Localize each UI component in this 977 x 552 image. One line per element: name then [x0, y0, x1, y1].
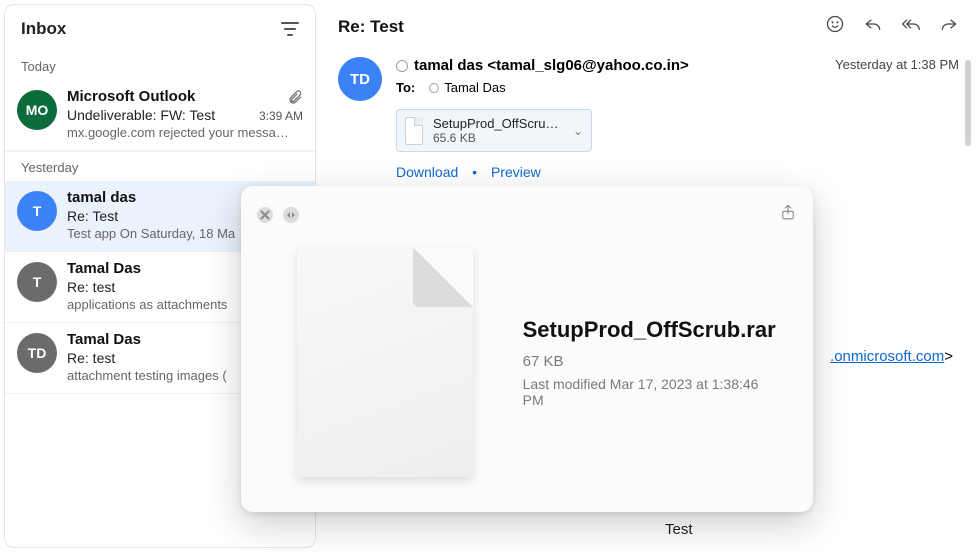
quicklook-panel: SetupProd_OffScrub.rar 67 KB Last modifi…	[241, 186, 813, 512]
avatar: MO	[17, 90, 57, 130]
chevron-down-icon[interactable]: ⌄	[573, 124, 583, 138]
email-subject: Re: Test	[338, 17, 825, 37]
from-address: <tamal_slg06@yahoo.co.in>	[487, 57, 688, 74]
avatar: T	[17, 262, 57, 302]
forward-icon[interactable]	[939, 14, 959, 39]
attachment-size: 65.6 KB	[433, 131, 563, 145]
file-preview-icon	[297, 247, 473, 477]
fullscreen-button[interactable]	[283, 207, 299, 223]
section-yesterday: Yesterday	[5, 151, 315, 181]
message-item[interactable]: MO Microsoft Outlook Undeliverable: FW: …	[5, 80, 315, 151]
section-today: Today	[5, 51, 315, 80]
message-time: 3:39 AM	[259, 109, 303, 123]
close-button[interactable]	[257, 207, 273, 223]
preview-link[interactable]: Preview	[491, 164, 541, 180]
attachment-icon	[287, 89, 303, 105]
avatar: T	[17, 191, 57, 231]
presence-indicator	[429, 83, 439, 93]
avatar: TD	[338, 57, 382, 101]
attachment-card[interactable]: SetupProd_OffScrub… 65.6 KB ⌄	[396, 109, 592, 152]
to-name: Tamal Das	[444, 80, 505, 95]
from-name: tamal das	[414, 57, 483, 74]
email-timestamp: Yesterday at 1:38 PM	[835, 57, 959, 72]
email-body-text: Test	[665, 521, 693, 538]
file-icon	[405, 117, 423, 145]
quicklook-file-size: 67 KB	[523, 353, 777, 370]
reply-all-icon[interactable]	[901, 14, 921, 39]
email-body-link-fragment[interactable]: .onmicrosoft.com>	[830, 348, 953, 365]
message-subject: Undeliverable: FW: Test	[67, 107, 251, 123]
download-link[interactable]: Download	[396, 164, 458, 180]
attachment-name: SetupProd_OffScrub…	[433, 116, 563, 131]
message-preview: mx.google.com rejected your messa…	[67, 125, 303, 140]
quicklook-modified: Last modified Mar 17, 2023 at 1:38:46 PM	[523, 376, 777, 408]
to-label: To:	[396, 80, 415, 95]
filter-icon[interactable]	[281, 22, 299, 36]
scrollbar[interactable]	[965, 60, 971, 146]
reply-icon[interactable]	[863, 14, 883, 39]
sender-name: Microsoft Outlook	[67, 88, 281, 105]
separator: •	[472, 164, 477, 180]
folder-title: Inbox	[21, 19, 66, 39]
share-icon[interactable]	[779, 202, 797, 227]
presence-indicator	[396, 60, 408, 72]
quicklook-file-name: SetupProd_OffScrub.rar	[523, 317, 777, 343]
react-icon[interactable]	[825, 14, 845, 39]
avatar: TD	[17, 333, 57, 373]
